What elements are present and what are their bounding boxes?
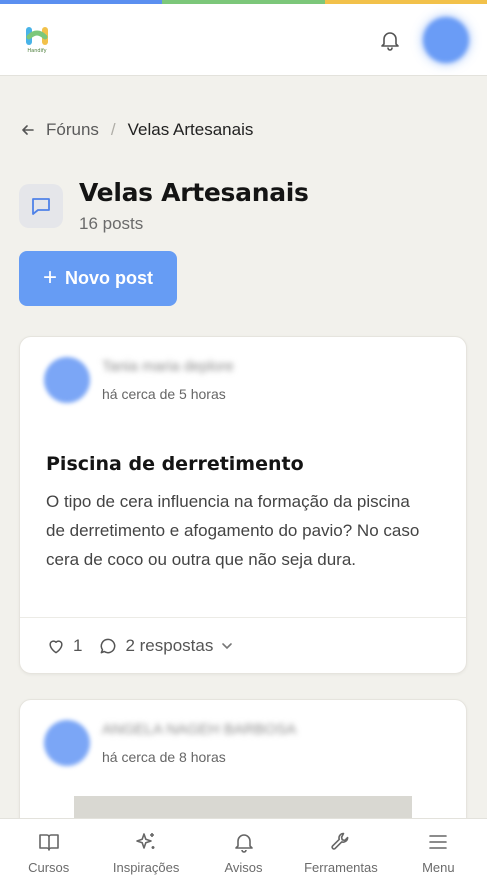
post-timestamp: há cerca de 8 horas (102, 749, 226, 765)
like-count: 1 (73, 635, 83, 655)
back-button[interactable] (20, 122, 36, 138)
post-author: ANGELA NAGEH BARBOSA há cerca de 8 horas (44, 720, 296, 766)
post-body: O tipo de cera influencia na formação da… (46, 492, 420, 569)
app-logo[interactable]: Handify (24, 25, 50, 54)
nav-label: Ferramentas (304, 860, 378, 875)
breadcrumb-parent-link[interactable]: Fóruns (46, 120, 99, 140)
replies-count: 2 respostas (125, 635, 214, 655)
sparkles-icon (136, 833, 155, 849)
breadcrumb: Fóruns / Velas Artesanais (20, 120, 253, 140)
nav-item-avisos[interactable]: Avisos (195, 819, 292, 886)
bell-icon (381, 31, 399, 51)
nav-label: Menu (422, 860, 455, 875)
like-button[interactable]: 1 (46, 636, 82, 656)
post-footer: 1 2 respostas (20, 617, 466, 673)
post-title[interactable]: Piscina de derretimento (46, 453, 304, 475)
author-name[interactable]: Tania maria deplore (102, 358, 234, 378)
nav-label: Avisos (224, 860, 263, 875)
post-author: Tania maria deplore há cerca de 5 horas (44, 357, 234, 403)
notifications-button[interactable] (377, 27, 403, 53)
nav-item-cursos[interactable]: Cursos (0, 819, 97, 886)
comment-icon (101, 638, 116, 653)
nav-item-inspiracoes[interactable]: Inspirações (97, 819, 194, 886)
handify-logo-icon (26, 27, 48, 45)
author-name[interactable]: ANGELA NAGEH BARBOSA (102, 721, 296, 741)
author-avatar[interactable] (44, 357, 90, 403)
app-header: Handify (0, 4, 487, 76)
plus-icon: + (42, 263, 57, 291)
user-avatar[interactable] (423, 16, 469, 63)
breadcrumb-separator: / (110, 120, 116, 139)
breadcrumb-current: Velas Artesanais (127, 120, 254, 139)
menu-icon (429, 835, 448, 849)
heart-icon (49, 639, 63, 653)
nav-label: Cursos (28, 860, 70, 875)
forum-post-count: 16 posts (79, 214, 144, 233)
post-timestamp: há cerca de 5 horas (102, 386, 226, 402)
post-card[interactable]: Tania maria deplore há cerca de 5 horas … (19, 336, 467, 674)
replies-toggle[interactable]: 2 respostas (98, 636, 234, 656)
logo-text: Handify (27, 48, 47, 54)
forum-title: Velas Artesanais (79, 178, 309, 207)
new-post-button[interactable]: + Novo post (19, 251, 177, 306)
arrow-left-icon (22, 125, 34, 135)
chevron-down-icon (222, 642, 233, 649)
forum-header: Velas Artesanais 16 posts (19, 178, 309, 234)
nav-label: Inspirações (112, 860, 180, 875)
author-avatar[interactable] (44, 720, 90, 766)
nav-item-ferramentas[interactable]: Ferramentas (292, 819, 389, 886)
nav-item-menu[interactable]: Menu (390, 819, 487, 886)
wrench-icon (331, 832, 349, 850)
bell-icon (234, 834, 253, 853)
chat-bubble-icon (32, 198, 50, 215)
bottom-navigation: Cursos Inspirações Avisos Ferramentas Me… (0, 818, 487, 886)
book-icon (38, 834, 59, 851)
new-post-label: Novo post (65, 268, 153, 288)
forum-icon-box (19, 184, 63, 228)
